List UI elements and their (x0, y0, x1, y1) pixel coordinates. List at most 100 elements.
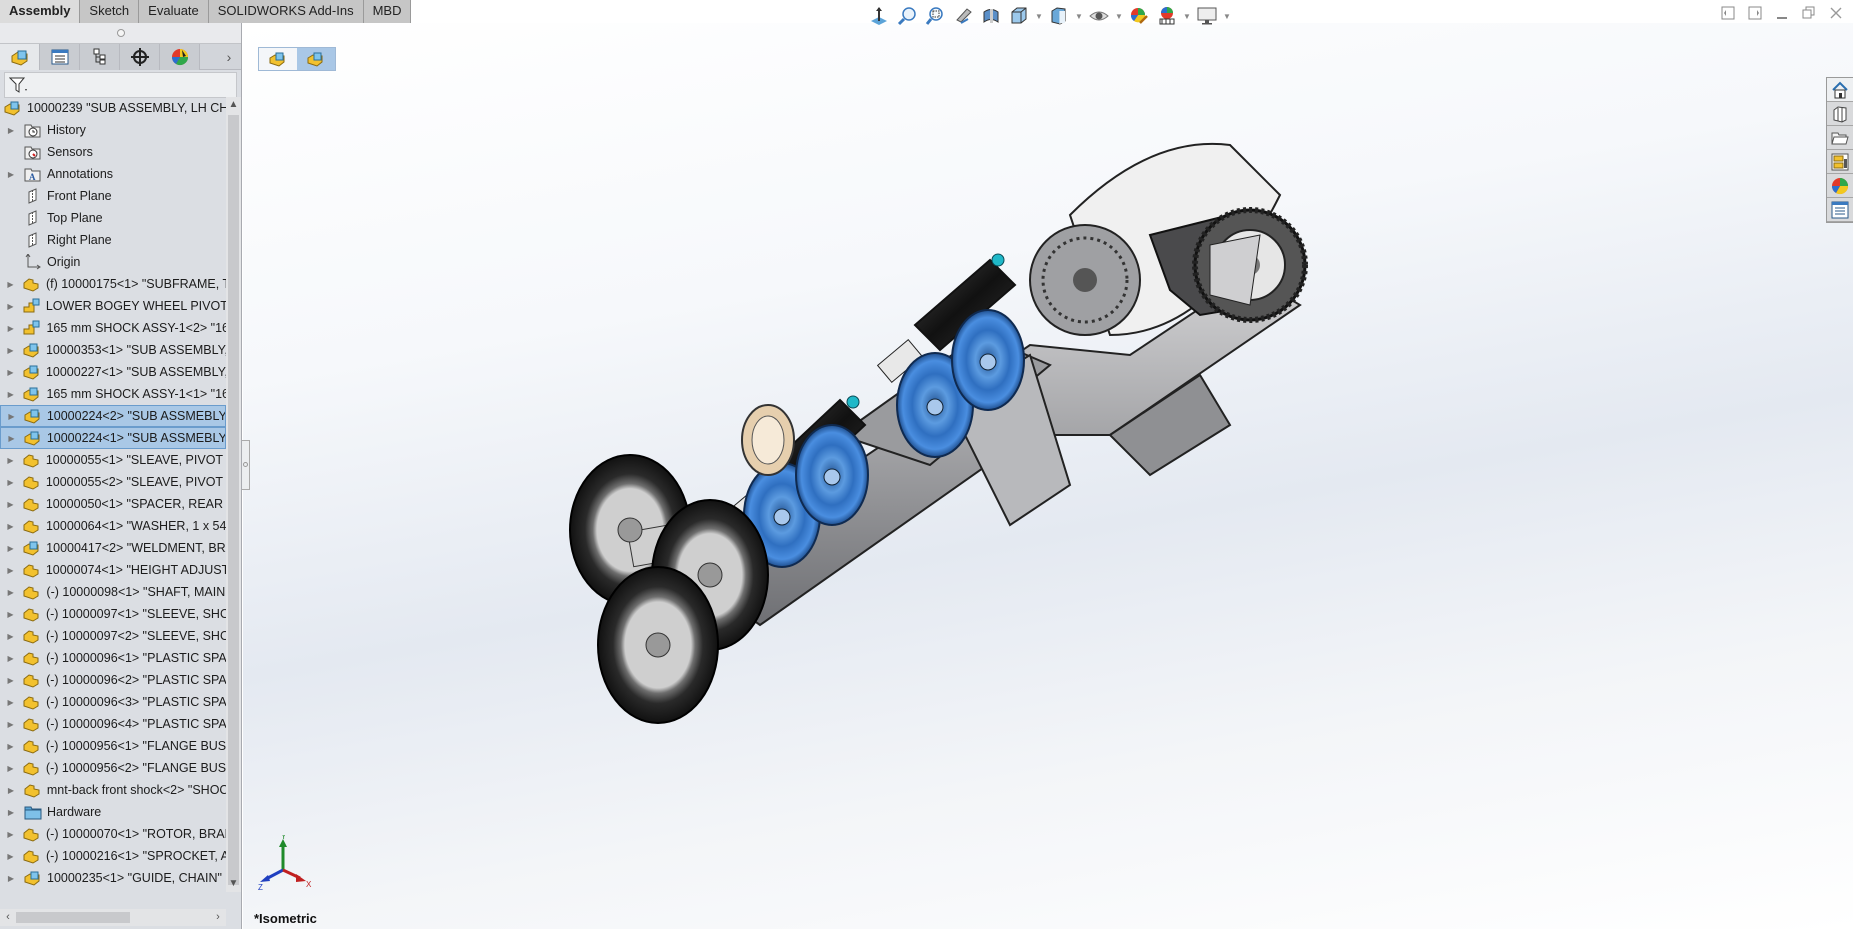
expand-arrow-icon[interactable]: ▶ (6, 544, 15, 553)
tree-item[interactable]: ▶ 10000353<1> "SUB ASSEMBLY, LH (0, 339, 226, 361)
expand-arrow-icon[interactable]: ▶ (6, 874, 16, 883)
tree-item[interactable]: ▶ (-) 10000096<4> "PLASTIC SPACE (0, 713, 226, 735)
panel-grip[interactable] (0, 23, 241, 44)
tree-item[interactable]: ▶ 10000235<1> "GUIDE, CHAIN" (0, 867, 226, 889)
zoom-to-area-button[interactable] (922, 4, 948, 28)
tree-item[interactable]: ▶ (-) 10000097<2> "SLEEVE, SHOCK (0, 625, 226, 647)
zoom-to-fit-button[interactable] (894, 4, 920, 28)
tree-item[interactable]: ▶ (-) 10000097<1> "SLEEVE, SHOCK (0, 603, 226, 625)
scroll-right-arrow-icon[interactable]: › (210, 909, 226, 926)
featuremanager-tab[interactable] (0, 44, 40, 70)
expand-arrow-icon[interactable]: ▶ (6, 742, 15, 751)
task-pane-home[interactable] (1827, 78, 1853, 102)
display-style-dropdown[interactable]: ▼ (1074, 12, 1084, 21)
expand-arrow-icon[interactable]: ▶ (6, 324, 15, 333)
dimxpertmanager-tab[interactable] (120, 44, 160, 70)
task-pane-view-palette[interactable] (1827, 150, 1853, 174)
expand-arrow-icon[interactable]: ▶ (6, 786, 16, 795)
expand-arrow-icon[interactable]: ▶ (6, 500, 15, 509)
expand-arrow-icon[interactable]: ▶ (6, 808, 16, 817)
tree-item[interactable]: ▶ A Annotations (0, 163, 226, 185)
tree-item[interactable]: ▶ 10000224<1> "SUB ASSMEBLY, LO (0, 427, 226, 449)
tree-item[interactable]: ▶Origin (0, 251, 226, 273)
tile-right-button[interactable] (1746, 4, 1764, 22)
tree-item[interactable]: ▶ 10000055<2> "SLEAVE, PIVOT SLE (0, 471, 226, 493)
reference-triad[interactable]: Y Z X (258, 835, 318, 895)
tree-item[interactable]: ▶ (-) 10000096<2> "PLASTIC SPACE (0, 669, 226, 691)
expand-arrow-icon[interactable]: ▶ (6, 654, 15, 663)
scroll-left-arrow-icon[interactable]: ‹ (0, 909, 16, 926)
tree-item[interactable]: ▶ 10000224<2> "SUB ASSMEBLY, LO (0, 405, 226, 427)
scroll-down-arrow-icon[interactable]: ▼ (226, 876, 241, 892)
tree-item[interactable]: ▶ 10000055<1> "SLEAVE, PIVOT SLE (0, 449, 226, 471)
expand-arrow-icon[interactable]: ▶ (6, 478, 15, 487)
tree-vertical-scrollbar[interactable]: ▲ ▼ (226, 97, 241, 892)
view-orientation-button[interactable] (1006, 4, 1032, 28)
chassis-3d-model[interactable] (510, 105, 1510, 785)
hide-show-items-dropdown[interactable]: ▼ (1114, 12, 1124, 21)
expand-arrow-icon[interactable]: ▶ (6, 170, 16, 179)
tab-mbd[interactable]: MBD (363, 0, 412, 23)
tree-item[interactable]: ▶ Hardware (0, 801, 226, 823)
expand-arrow-icon[interactable]: ▶ (7, 434, 16, 443)
expand-arrow-icon[interactable]: ▶ (6, 566, 15, 575)
tab-assembly[interactable]: Assembly (0, 0, 81, 23)
panel-collapse-handle[interactable] (242, 440, 250, 490)
tree-item[interactable]: ▶ (-) 10000096<3> "PLASTIC SPACE (0, 691, 226, 713)
restore-button[interactable] (1800, 4, 1818, 22)
more-tabs-chevron-icon[interactable]: › (217, 44, 241, 69)
scrollbar-thumb[interactable] (228, 115, 239, 885)
breadcrumb-parent-assembly[interactable] (259, 48, 297, 70)
tree-item[interactable]: ▶ 10000050<1> "SPACER, REAR SWI (0, 493, 226, 515)
tree-item[interactable]: ▶ 165 mm SHOCK ASSY-1<1> "165 (0, 383, 226, 405)
tree-item[interactable]: ▶Right Plane (0, 229, 226, 251)
hide-show-items-button[interactable] (1086, 4, 1112, 28)
tree-root-assembly[interactable]: 10000239 "SUB ASSEMBLY, LH CHASSI (0, 97, 226, 119)
propertymanager-tab[interactable] (40, 44, 80, 70)
breadcrumb-current-assembly[interactable] (297, 48, 335, 70)
tree-item[interactable]: ▶ 10000417<2> "WELDMENT, BRAK (0, 537, 226, 559)
task-pane-appearances[interactable] (1827, 174, 1853, 198)
tree-item[interactable]: ▶(-) 10000421<3> "CIRCLIP DIN 471 (0, 889, 226, 892)
expand-arrow-icon[interactable]: ▶ (7, 412, 16, 421)
section-view-button[interactable] (978, 4, 1004, 28)
tree-item[interactable]: ▶ (-) 10000956<2> "FLANGE BUSHIN (0, 757, 226, 779)
expand-arrow-icon[interactable]: ▶ (6, 610, 15, 619)
tree-item[interactable]: ▶ 165 mm SHOCK ASSY-1<2> "165 (0, 317, 226, 339)
expand-arrow-icon[interactable]: ▶ (6, 368, 15, 377)
edit-appearance-button[interactable] (1126, 4, 1152, 28)
view-orientation-dropdown[interactable]: ▼ (1034, 12, 1044, 21)
displaymanager-tab[interactable] (160, 44, 200, 70)
expand-arrow-icon[interactable]: ▶ (6, 390, 15, 399)
apply-scene-button[interactable] (1154, 4, 1180, 28)
tree-item[interactable]: ▶ History (0, 119, 226, 141)
expand-arrow-icon[interactable]: ▶ (6, 302, 15, 311)
scroll-up-arrow-icon[interactable]: ▲ (226, 97, 241, 113)
tree-item[interactable]: ▶ (-) 10000096<1> "PLASTIC SPACE (0, 647, 226, 669)
apply-scene-dropdown[interactable]: ▼ (1182, 12, 1192, 21)
minimize-button[interactable] (1773, 4, 1791, 22)
task-pane-custom-properties[interactable] (1827, 198, 1853, 222)
expand-arrow-icon[interactable]: ▶ (6, 280, 15, 289)
expand-arrow-icon[interactable]: ▶ (6, 676, 15, 685)
expand-arrow-icon[interactable]: ▶ (6, 588, 15, 597)
tab-sketch[interactable]: Sketch (80, 0, 140, 23)
configurationmanager-tab[interactable] (80, 44, 120, 70)
expand-arrow-icon[interactable]: ▶ (6, 720, 15, 729)
tree-filter[interactable] (4, 72, 237, 98)
tree-horizontal-scrollbar[interactable]: ‹ › (0, 909, 226, 926)
expand-arrow-icon[interactable]: ▶ (6, 632, 15, 641)
tab-evaluate[interactable]: Evaluate (139, 0, 209, 23)
task-pane-design-library[interactable] (1827, 102, 1853, 126)
tree-item[interactable]: ▶ 10000064<1> "WASHER, 1 x 54 x 6 (0, 515, 226, 537)
tree-item[interactable]: ▶ (-) 10000216<1> "SPROCKET, ANS (0, 845, 226, 867)
tree-item[interactable]: ▶ (-) 10000098<1> "SHAFT, MAIN P (0, 581, 226, 603)
task-pane-file-explorer[interactable] (1827, 126, 1853, 150)
tree-item[interactable]: ▶Front Plane (0, 185, 226, 207)
tree-item[interactable]: ▶ 10000227<1> "SUB ASSEMBLY, LH (0, 361, 226, 383)
expand-arrow-icon[interactable]: ▶ (6, 852, 15, 861)
expand-arrow-icon[interactable]: ▶ (6, 126, 16, 135)
view-orientation-normal-button[interactable] (866, 4, 892, 28)
tile-left-button[interactable] (1719, 4, 1737, 22)
tree-item[interactable]: ▶ mnt-back front shock<2> "SHOC (0, 779, 226, 801)
